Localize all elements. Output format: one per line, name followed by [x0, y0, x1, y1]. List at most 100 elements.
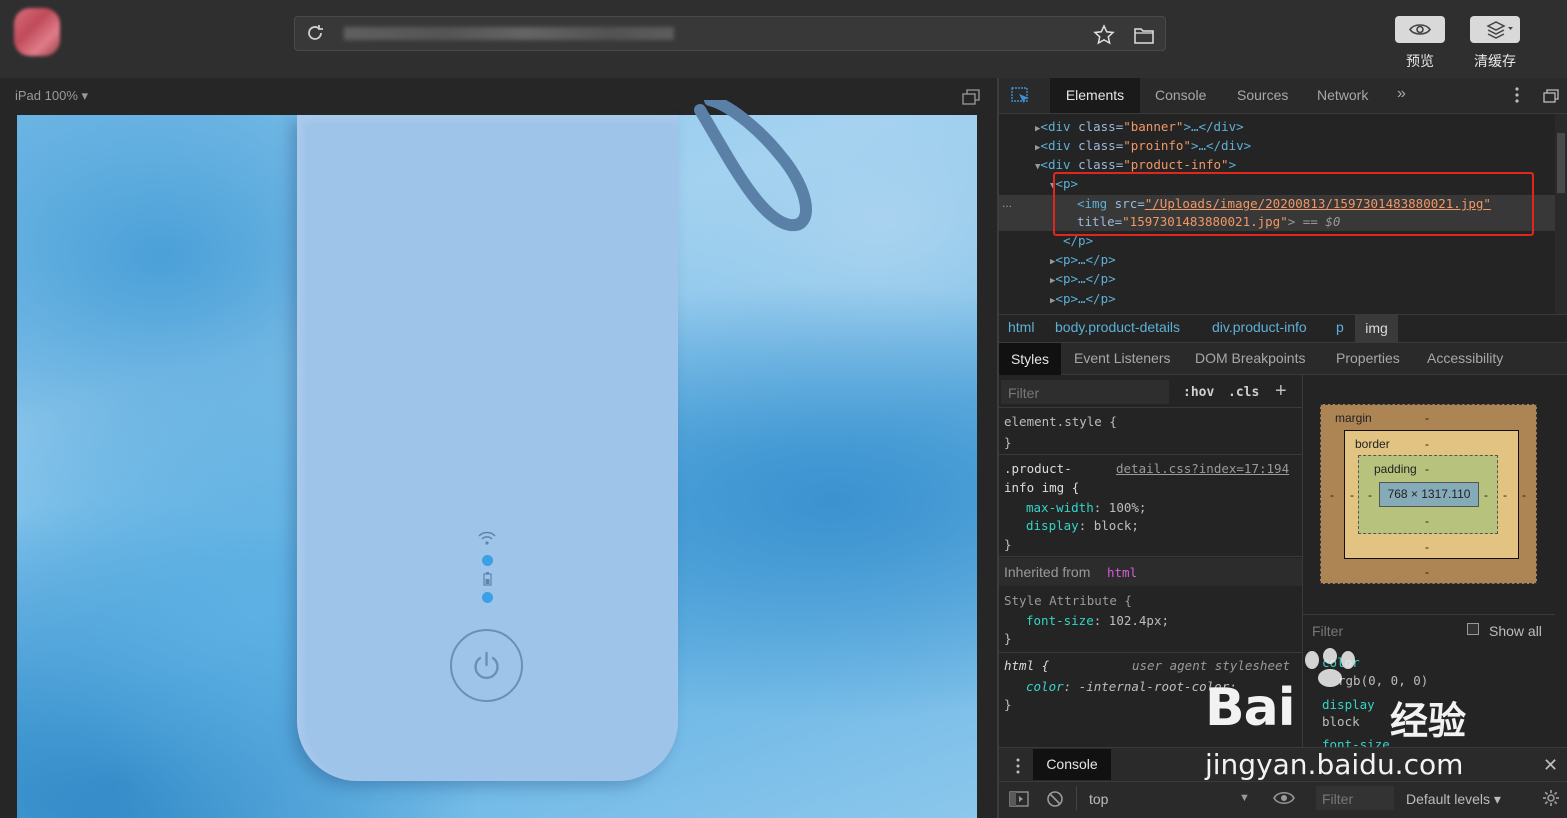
- avatar[interactable]: [14, 8, 60, 56]
- tab-network[interactable]: Network: [1317, 78, 1368, 113]
- computed-prop-name[interactable]: display: [1322, 697, 1375, 712]
- box-model-padding-label: padding: [1374, 462, 1417, 476]
- box-model-value: -: [1330, 488, 1334, 502]
- rule-selector: .product-: [1004, 461, 1072, 476]
- inspect-element-icon[interactable]: [1011, 87, 1031, 105]
- dom-attr-value: "proinfo": [1123, 138, 1191, 153]
- close-brace: }: [1004, 537, 1012, 552]
- tab-elements[interactable]: Elements: [1050, 78, 1140, 113]
- tab-properties[interactable]: Properties: [1336, 350, 1400, 366]
- css-declaration[interactable]: max-width: 100%;: [1026, 500, 1146, 515]
- show-all-label: Show all: [1489, 623, 1542, 639]
- dom-tag: <p>…</p>: [1055, 291, 1116, 306]
- breadcrumb-html[interactable]: html: [1008, 319, 1034, 335]
- breadcrumb-img[interactable]: img: [1355, 314, 1398, 343]
- divider: [999, 652, 1302, 653]
- dom-tag-close: >…</div>: [1190, 138, 1252, 153]
- dom-node-p-collapsed[interactable]: ▶<p>…</p>: [1050, 252, 1116, 267]
- dom-node-product-info[interactable]: ▼<div class="product-info">: [1035, 157, 1236, 172]
- chevron-down-icon[interactable]: ▼: [1239, 792, 1250, 804]
- close-brace: }: [1004, 435, 1012, 450]
- dom-attr-value: "product-info": [1123, 157, 1229, 172]
- element-style-selector: element.style {: [1004, 414, 1117, 429]
- kebab-menu-icon[interactable]: [1510, 85, 1524, 105]
- dom-tag-close: >: [1228, 157, 1237, 172]
- eye-icon: [1409, 24, 1431, 35]
- breadcrumb-p[interactable]: p: [1336, 319, 1344, 335]
- drawer-tab-console[interactable]: Console: [1033, 749, 1111, 780]
- device-selector[interactable]: iPad 100% ▾: [15, 88, 88, 104]
- dom-node-p-collapsed[interactable]: ▶<p>…</p>: [1050, 271, 1116, 286]
- preview-label: 预览: [1406, 53, 1434, 69]
- css-prop-value: 102.4px;: [1108, 613, 1170, 628]
- rule-source-link[interactable]: detail.css?index=17:194: [1116, 461, 1289, 476]
- hov-toggle[interactable]: :hov: [1183, 385, 1214, 400]
- dom-tag: <p>…</p>: [1055, 252, 1116, 267]
- dom-node-p-collapsed[interactable]: ▶<p>…</p>: [1050, 291, 1116, 306]
- box-model-content[interactable]: 768 × 1317.110: [1379, 482, 1479, 507]
- clear-cache-button[interactable]: [1470, 16, 1520, 43]
- preview-button[interactable]: [1395, 16, 1445, 43]
- bookmark-star-icon[interactable]: [1093, 24, 1115, 46]
- css-prop-name: font-size: [1026, 613, 1094, 628]
- context-selector[interactable]: top: [1089, 791, 1108, 807]
- reload-icon[interactable]: [304, 22, 326, 44]
- css-declaration[interactable]: font-size: 102.4px;: [1026, 613, 1169, 628]
- css-prop-name: display: [1026, 518, 1079, 533]
- undock-icon[interactable]: [1543, 89, 1559, 103]
- window-restore-icon[interactable]: [962, 89, 980, 105]
- styles-divider[interactable]: [1302, 375, 1303, 747]
- breadcrumb-div[interactable]: div.product-info: [1212, 319, 1307, 335]
- box-model-value: -: [1350, 488, 1354, 502]
- css-declaration[interactable]: display: block;: [1026, 518, 1139, 533]
- box-model-value: -: [1484, 488, 1488, 502]
- dom-tag: <div: [1040, 157, 1079, 172]
- indicator-led: [482, 592, 493, 603]
- computed-filter-input[interactable]: Filter: [1312, 623, 1343, 639]
- tab-styles[interactable]: Styles: [999, 343, 1061, 375]
- inherited-label: Inherited from: [1004, 564, 1091, 580]
- new-rule-plus-icon[interactable]: +: [1275, 380, 1287, 403]
- box-model-value: -: [1503, 488, 1507, 502]
- tab-accessibility[interactable]: Accessibility: [1427, 350, 1503, 366]
- box-model-value: -: [1425, 514, 1429, 528]
- gear-icon[interactable]: [1542, 789, 1560, 807]
- dom-attr: class=: [1078, 119, 1124, 134]
- highlight-annotation-box: [1053, 172, 1534, 236]
- tab-event-listeners[interactable]: Event Listeners: [1074, 350, 1171, 366]
- dom-node-proinfo[interactable]: ▶<div class="proinfo">…</div>: [1035, 138, 1251, 153]
- drawer-menu-icon[interactable]: [1013, 756, 1023, 776]
- cls-toggle[interactable]: .cls: [1228, 385, 1259, 400]
- close-icon[interactable]: ✕: [1543, 755, 1558, 776]
- wifi-icon: [478, 531, 496, 545]
- ua-source: user agent stylesheet: [1132, 658, 1290, 673]
- dom-node-banner[interactable]: ▶<div class="banner">…</div>: [1035, 119, 1244, 134]
- divider: [999, 454, 1302, 455]
- sidebar-toggle-icon[interactable]: [1009, 790, 1029, 808]
- breadcrumb-body[interactable]: body.product-details: [1055, 319, 1180, 335]
- clear-console-icon[interactable]: [1046, 790, 1064, 808]
- box-model-value: -: [1425, 565, 1429, 579]
- tab-sources[interactable]: Sources: [1237, 78, 1288, 113]
- log-levels-dropdown[interactable]: Default levels ▾: [1406, 791, 1501, 808]
- box-model-border-label: border: [1355, 437, 1390, 451]
- dom-scrollbar-thumb[interactable]: [1557, 133, 1565, 193]
- node-actions-icon[interactable]: ...: [1002, 196, 1012, 210]
- dom-tag: <p>…</p>: [1055, 271, 1116, 286]
- inherited-tag-link[interactable]: html: [1107, 565, 1137, 580]
- divider: [1303, 614, 1555, 615]
- watermark-logo-text: Bai: [1205, 678, 1296, 738]
- baidu-paw-logo: [1305, 648, 1355, 687]
- dom-tag-close: >…</div>: [1183, 119, 1244, 134]
- styles-filter-placeholder: Filter: [1008, 385, 1040, 401]
- css-prop-name: max-width: [1026, 500, 1094, 515]
- more-tabs-icon[interactable]: »: [1397, 85, 1406, 103]
- show-all-checkbox[interactable]: [1467, 623, 1479, 635]
- tab-dom-breakpoints[interactable]: DOM Breakpoints: [1195, 350, 1305, 366]
- css-prop-value: 100%;: [1108, 500, 1147, 515]
- dom-attr: class=: [1078, 138, 1124, 153]
- dom-attr: class=: [1078, 157, 1124, 172]
- eye-icon[interactable]: [1273, 790, 1295, 806]
- tab-console[interactable]: Console: [1155, 78, 1206, 113]
- folder-icon[interactable]: [1133, 25, 1155, 45]
